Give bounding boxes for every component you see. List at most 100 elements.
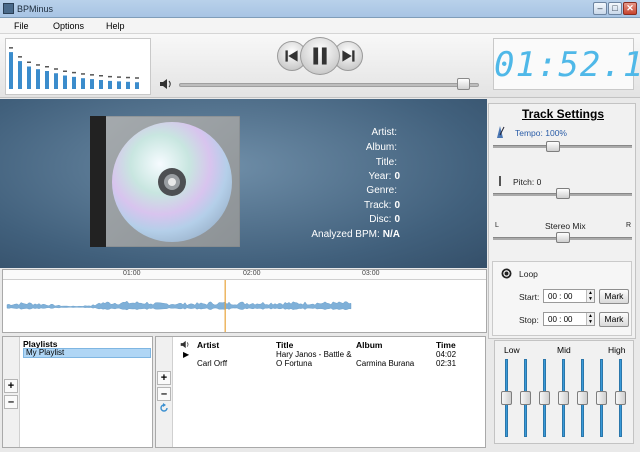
maximize-button[interactable]: □ — [608, 2, 622, 15]
title-bar: BPMinus – □ ✕ — [0, 0, 640, 18]
spectrum-peak — [108, 75, 112, 78]
start-mark-button[interactable]: Mark — [599, 289, 629, 304]
add-playlist-button[interactable]: + — [4, 379, 18, 393]
waveform-seekbar[interactable]: 01:00 02:00 03:00 — [2, 269, 487, 333]
volume-slider[interactable] — [179, 83, 479, 87]
eq-band-thumb[interactable] — [520, 391, 531, 405]
play-pause-button[interactable] — [300, 37, 340, 75]
table-row[interactable]: Carl Orff O Fortuna Carmina Burana 02:31 — [174, 359, 484, 369]
spectrum-peak — [45, 66, 49, 68]
stereo-mix-label: Stereo Mix — [545, 221, 586, 231]
spectrum-peak — [72, 71, 76, 74]
spectrum-peak — [81, 73, 85, 75]
eq-band-thumb[interactable] — [577, 391, 588, 405]
playlist-item[interactable]: My Playlist — [23, 348, 151, 358]
spectrum-peak — [9, 47, 13, 49]
spectrum-bar — [108, 80, 112, 89]
loop-start-label: Start: — [519, 292, 540, 302]
spectrum-bar — [81, 78, 85, 89]
eq-band-thumb[interactable] — [615, 391, 626, 405]
eq-band-thumb[interactable] — [501, 391, 512, 405]
spectrum-bar — [126, 81, 130, 89]
add-track-button[interactable]: + — [157, 371, 171, 385]
spectrum-peak — [90, 74, 94, 76]
track-list-sidebar: + – — [156, 337, 173, 447]
spectrum-peak — [135, 77, 139, 79]
track-list-panel: + – Artist Title Album Time ▶ Hary Janos… — [155, 336, 486, 448]
eq-band-thumb[interactable] — [596, 391, 607, 405]
info-year: Year: 0 — [368, 171, 400, 182]
spectrum-bar — [90, 79, 94, 89]
spectrum-peak — [99, 75, 103, 77]
loop-stop-field[interactable]: 00 : 00 ▲ ▼ — [543, 312, 595, 326]
pitch-label: Pitch: 0 — [513, 177, 542, 187]
loop-stop-value: 00 : 00 — [548, 315, 573, 324]
eq-low-label: Low — [504, 345, 520, 355]
menu-help[interactable]: Help — [106, 21, 125, 31]
eq-band-thumb[interactable] — [539, 391, 550, 405]
track-time: 04:02 — [436, 350, 457, 359]
column-artist[interactable]: Artist — [197, 340, 219, 350]
spectrum-peak — [36, 64, 40, 66]
info-track: Track: 0 — [364, 200, 400, 211]
minimize-button[interactable]: – — [593, 2, 607, 15]
info-artist: Artist: — [371, 127, 397, 138]
column-time[interactable]: Time — [436, 340, 456, 350]
spectrum-peak — [63, 70, 67, 72]
tempo-slider-thumb[interactable] — [545, 141, 560, 152]
close-button[interactable]: ✕ — [623, 2, 637, 15]
remove-playlist-button[interactable]: – — [4, 395, 18, 409]
info-title: Title: — [375, 157, 397, 168]
info-disc: Disc: 0 — [369, 214, 400, 225]
loop-start-spinner[interactable]: ▲ ▼ — [586, 290, 594, 302]
spectrum-bar — [36, 69, 40, 89]
elapsed-time: 01:52.14 — [494, 45, 640, 85]
ruler-mark: 02:00 — [243, 270, 261, 277]
ruler-mark: 01:00 — [123, 270, 141, 277]
speaker-icon — [180, 340, 189, 349]
spectrum-bar — [135, 82, 139, 89]
window-title: BPMinus — [17, 4, 54, 14]
track-title: O Fortuna — [276, 359, 313, 368]
spectrum-analyzer — [5, 38, 151, 95]
track-time: 02:31 — [436, 359, 457, 368]
pitch-slider-thumb[interactable] — [555, 188, 570, 199]
loop-stop-label: Stop: — [519, 315, 539, 325]
loop-start-value: 00 : 00 — [548, 292, 573, 301]
remove-track-button[interactable]: – — [157, 387, 171, 401]
spectrum-peak — [117, 76, 121, 78]
column-title[interactable]: Title — [276, 340, 293, 350]
spectrum-bar — [27, 66, 31, 89]
spectrum-bar — [117, 81, 121, 89]
loop-group: Loop Start: 00 : 00 ▲ ▼ Mark Stop: 00 : 0… — [492, 261, 632, 336]
spectrum-peak — [126, 76, 130, 79]
transport-controls — [277, 37, 363, 75]
playlists-panel: + – Playlists My Playlist — [2, 336, 153, 448]
menu-bar: File Options Help — [0, 18, 640, 34]
time-display: 01:52.14 — [493, 38, 640, 90]
loop-icon[interactable] — [501, 268, 512, 279]
tempo-slider[interactable] — [493, 145, 632, 148]
spectrum-bar — [45, 71, 49, 89]
eq-mid-label: Mid — [557, 345, 571, 355]
spectrum-bar — [63, 75, 67, 89]
stereo-mix-slider-thumb[interactable] — [555, 232, 570, 243]
column-album[interactable]: Album — [356, 340, 382, 350]
app-icon — [3, 3, 14, 14]
loop-stop-spinner[interactable]: ▲ ▼ — [586, 313, 594, 325]
eq-high-label: High — [608, 345, 626, 355]
time-ruler: 01:00 02:00 03:00 — [3, 270, 486, 280]
info-genre: Genre: — [366, 185, 397, 196]
stop-mark-button[interactable]: Mark — [599, 312, 629, 327]
volume-slider-thumb[interactable] — [457, 78, 470, 90]
eq-band-thumb[interactable] — [558, 391, 569, 405]
loop-start-field[interactable]: 00 : 00 ▲ ▼ — [543, 289, 595, 303]
spectrum-peak — [27, 61, 31, 63]
waveform-shape — [6, 300, 352, 311]
track-album: Carmina Burana — [356, 359, 415, 368]
refresh-icon[interactable] — [159, 403, 169, 413]
playlist-sidebar: + – — [3, 337, 20, 447]
menu-file[interactable]: File — [14, 21, 29, 31]
menu-options[interactable]: Options — [53, 21, 84, 31]
ruler-mark: 03:00 — [362, 270, 380, 277]
